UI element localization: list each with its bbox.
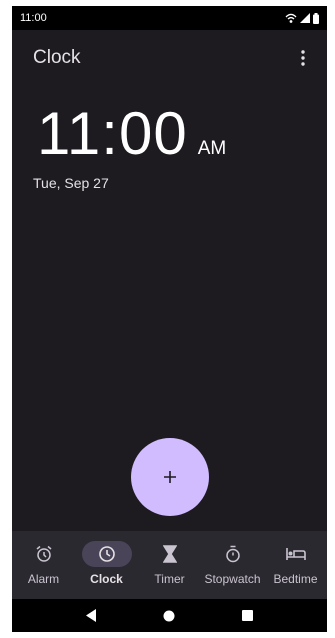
app-title: Clock	[33, 47, 81, 68]
recents-square-icon	[242, 610, 254, 621]
bed-icon	[285, 548, 306, 560]
back-triangle-icon	[85, 609, 96, 622]
plus-icon	[164, 471, 176, 483]
nav-label-alarm: Alarm	[27, 572, 60, 586]
app-bar: Clock	[12, 30, 327, 86]
nav-item-clock[interactable]: Clock	[75, 531, 138, 586]
nav-label-bedtime: Bedtime	[273, 572, 318, 586]
nav-item-timer[interactable]: Timer	[138, 531, 201, 586]
status-bar: 11:00	[12, 6, 327, 30]
clock-display: 11:00 AM	[37, 104, 226, 164]
home-circle-icon	[163, 610, 175, 621]
nav-label-timer: Timer	[154, 572, 185, 586]
back-button[interactable]	[76, 604, 106, 628]
recents-button[interactable]	[233, 604, 263, 628]
more-vert-icon	[301, 50, 305, 66]
clock-icon	[98, 546, 115, 562]
bottom-navigation: Alarm Clock Timer Stopwatch Bedtime	[12, 531, 327, 599]
nav-label-stopwatch: Stopwatch	[204, 572, 261, 586]
more-options-button[interactable]	[293, 44, 313, 72]
nav-item-stopwatch[interactable]: Stopwatch	[201, 531, 264, 586]
battery-icon	[313, 12, 319, 24]
active-indicator	[81, 541, 132, 567]
system-navigation-bar	[12, 599, 327, 632]
phone-screen: 11:00 Clock 11:00 AM Tue, Sep 27 Alarm C…	[12, 6, 327, 632]
status-time: 11:00	[20, 12, 47, 24]
add-city-button[interactable]	[131, 438, 209, 516]
signal-icon	[300, 13, 310, 23]
clock-ampm: AM	[197, 138, 227, 159]
wifi-icon	[285, 13, 297, 23]
hourglass-icon	[162, 545, 177, 563]
status-icons	[285, 12, 319, 24]
nav-label-clock: Clock	[90, 572, 123, 586]
nav-item-alarm[interactable]: Alarm	[12, 531, 75, 586]
stopwatch-icon	[225, 545, 240, 563]
home-button[interactable]	[154, 604, 184, 628]
clock-time: 11:00	[37, 100, 188, 167]
date-text: Tue, Sep 27	[33, 175, 109, 191]
nav-item-bedtime[interactable]: Bedtime	[264, 531, 327, 586]
alarm-icon	[36, 545, 51, 562]
